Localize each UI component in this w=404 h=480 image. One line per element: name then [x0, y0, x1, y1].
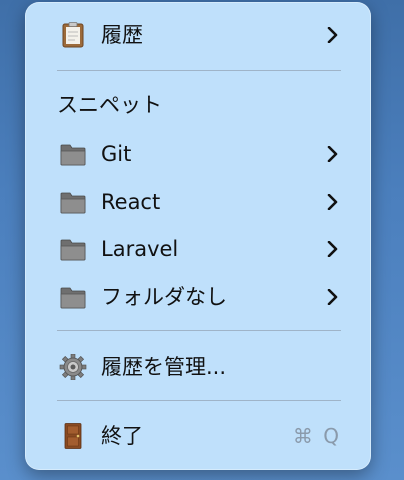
- chevron-right-icon: [327, 27, 338, 43]
- chevron-right-icon: [327, 241, 338, 257]
- menu-item-history[interactable]: 履歴: [25, 13, 371, 57]
- menu-item-folder-label: Laravel: [101, 237, 179, 261]
- clipboard-icon: [62, 22, 84, 48]
- menu-item-folder-label: Git: [101, 142, 132, 166]
- menu-item-folder-git[interactable]: Git: [25, 132, 371, 176]
- menu-separator: [57, 330, 341, 331]
- chevron-right-icon: [327, 146, 338, 162]
- folder-icon: [60, 144, 86, 166]
- menu-item-history-label: 履歴: [101, 23, 143, 47]
- chevron-right-icon: [327, 194, 338, 210]
- menu-item-folder-laravel[interactable]: Laravel: [25, 227, 371, 271]
- menu-item-folder-none[interactable]: フォルダなし: [25, 275, 371, 319]
- menu-item-quit[interactable]: 終了 ⌘ Q: [25, 414, 371, 458]
- folder-icon: [60, 287, 86, 309]
- door-icon: [64, 423, 82, 449]
- menu-item-folder-label: React: [101, 190, 161, 214]
- menu-separator: [57, 70, 341, 71]
- context-menu: 履歴 スニペット Git React Laravel フォルダなし 履歴を管理.…: [25, 2, 371, 470]
- menu-item-manage-history-label: 履歴を管理...: [101, 355, 227, 379]
- folder-icon: [60, 239, 86, 261]
- snippets-section-header: スニペット: [57, 93, 162, 117]
- gear-icon: [59, 354, 87, 380]
- menu-item-manage-history[interactable]: 履歴を管理...: [25, 345, 371, 389]
- menu-item-folder-label: フォルダなし: [101, 285, 227, 309]
- chevron-right-icon: [327, 289, 338, 305]
- menu-separator: [57, 400, 341, 401]
- keyboard-shortcut: ⌘ Q: [292, 424, 341, 448]
- folder-icon: [60, 192, 86, 214]
- menu-item-folder-react[interactable]: React: [25, 180, 371, 224]
- menu-item-quit-label: 終了: [101, 424, 143, 448]
